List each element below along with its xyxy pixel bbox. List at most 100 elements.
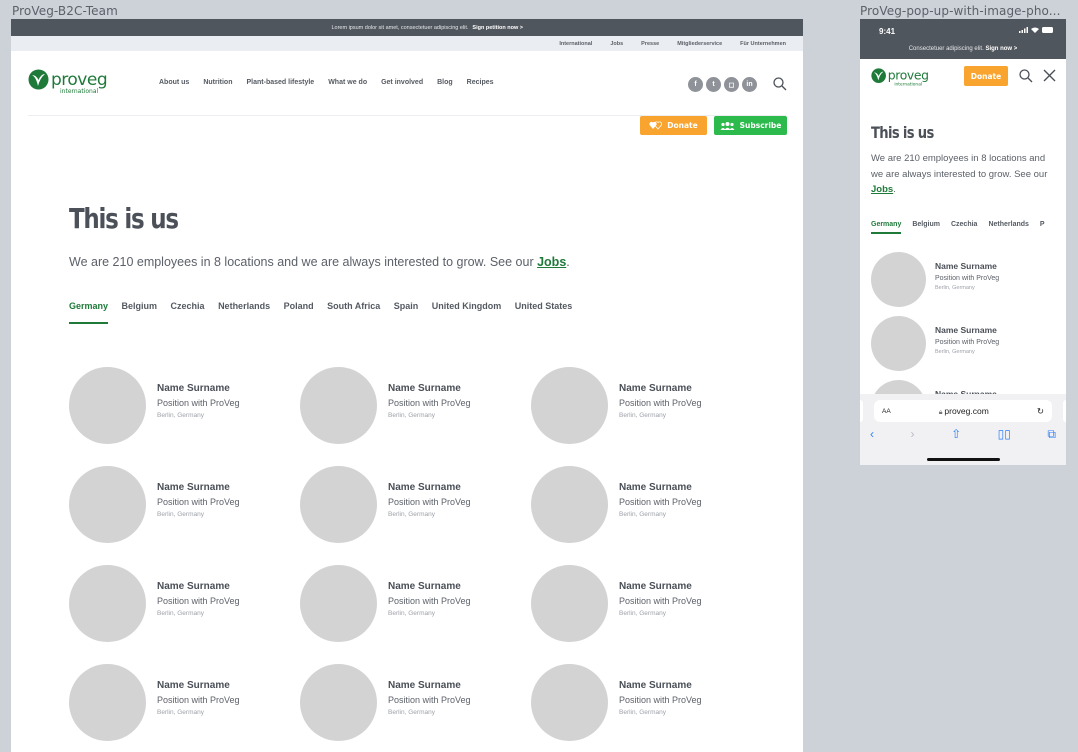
desktop-frame: Lorem ipsum dolor sit amet, consectetuer… [11,19,803,752]
mobile-tab-poland[interactable]: P [1040,221,1045,228]
twitter-icon[interactable]: t [706,77,721,92]
jobs-link[interactable]: Jobs [537,255,566,269]
forward-icon[interactable]: › [911,427,915,442]
member-location: Berlin, Germany [388,709,435,716]
nav-blog[interactable]: Blog [437,79,453,86]
team-member-card[interactable]: Name Surname Position with ProVeg Berlin, … [69,565,300,642]
mobile-intro-end: . [893,184,896,195]
team-member-card[interactable]: Name Surname Position with ProVeg Berlin, … [69,664,300,741]
social-links: f t ◻ in [688,77,757,92]
member-name: Name Surname [157,680,230,691]
meta-link-mitgliederservice[interactable]: Mitgliederservice [677,41,722,47]
avatar [300,664,377,741]
mobile-intro-body: We are 210 employees in 8 locations and … [871,153,1048,180]
meta-link-presse[interactable]: Presse [641,41,659,47]
tab-czechia[interactable]: Czechia [171,301,205,319]
member-position: Position with ProVeg [619,596,702,606]
search-icon[interactable] [773,77,787,91]
reload-icon[interactable]: ↻ [1037,406,1044,417]
mobile-intro-text: We are 210 employees in 8 locations and … [871,151,1051,198]
share-icon[interactable]: ⇧ [951,427,961,442]
avatar [300,367,377,444]
member-name: Name Surname [619,482,692,493]
sign-petition-link[interactable]: Sign petition now > [472,25,523,31]
home-indicator [927,458,1000,461]
tab-south-africa[interactable]: South Africa [327,301,380,319]
donate-label: Donate [667,121,698,130]
avatar [531,664,608,741]
meta-link-jobs[interactable]: Jobs [610,41,623,47]
mobile-team-member-card[interactable]: Name Surname Position with ProVeg Berlin, … [871,252,999,308]
close-icon[interactable] [1043,69,1056,82]
browser-nav: ‹ › ⇧ ▯▯ ⧉ [860,427,1066,442]
proveg-logo[interactable]: proveg international [28,69,141,95]
svg-text:proveg: proveg [888,68,929,83]
team-member-card[interactable]: Name Surname Position with ProVeg Berlin, … [69,367,300,444]
team-member-card[interactable]: Name Surname Position with ProVeg Berlin, … [300,664,531,741]
team-member-card[interactable]: Name Surname Position with ProVeg Berlin, … [300,565,531,642]
member-info: Name Surname Position with ProVeg Berlin, … [157,565,240,617]
team-member-card[interactable]: Name Surname Position with ProVeg Berlin, … [531,664,762,741]
instagram-icon[interactable]: ◻ [724,77,739,92]
member-position: Position with ProVeg [935,275,1000,282]
tab-netherlands[interactable]: Netherlands [218,301,270,319]
subscribe-button[interactable]: Subscribe [714,116,787,135]
avatar [300,466,377,543]
team-grid: Name Surname Position with ProVeg Berlin, … [69,367,762,741]
tabs-icon[interactable]: ⧉ [1047,427,1056,442]
proveg-logo-icon[interactable]: proveg international [871,68,941,87]
battery-icon [1042,27,1053,33]
mobile-tab-czechia[interactable]: Czechia [951,221,977,228]
team-member-card[interactable]: Name Surname Position with ProVeg Berlin, … [531,466,762,543]
nav-recipes[interactable]: Recipes [467,79,494,86]
address-bar[interactable]: AA 🔒︎ proveg.com ↻ [874,400,1052,422]
mobile-jobs-link[interactable]: Jobs [871,184,893,195]
avatar [69,466,146,543]
wifi-icon [1031,27,1039,33]
team-member-card[interactable]: Name Surname Position with ProVeg Berlin, … [300,466,531,543]
team-member-card[interactable]: Name Surname Position with ProVeg Berlin, … [300,367,531,444]
country-tabs: Germany Belgium Czechia Netherlands Pola… [69,301,586,324]
status-icons [1019,27,1054,33]
mobile-tab-germany[interactable]: Germany [871,221,902,234]
announcement-bar: Lorem ipsum dolor sit amet, consectetuer… [11,19,803,36]
tab-poland[interactable]: Poland [284,301,314,319]
intro-text: We are 210 employees in 8 locations and … [69,255,570,269]
mobile-banner-text: Consectetuer adipiscing elit. [908,46,984,52]
tab-united-kingdom[interactable]: United Kingdom [432,301,502,319]
frame-label-mobile: ProVeg-pop-up-with-image-pho... [860,4,1061,18]
avatar [871,316,926,371]
search-icon[interactable] [1019,69,1033,83]
member-location: Berlin, Germany [388,412,435,419]
nav-nutrition[interactable]: Nutrition [203,79,232,86]
prev-tab-edge [860,400,863,422]
team-member-card[interactable]: Name Surname Position with ProVeg Berlin, … [531,367,762,444]
member-name: Name Surname [157,383,230,394]
tab-germany[interactable]: Germany [69,301,109,324]
mobile-team-member-card[interactable]: Name Surname Position with ProVeg Berlin, … [871,316,999,372]
team-member-card[interactable]: Name Surname Position with ProVeg Berlin, … [69,466,300,543]
nav-plant-based-lifestyle[interactable]: Plant-based lifestyle [247,79,315,86]
back-icon[interactable]: ‹ [870,427,874,442]
donate-button[interactable]: Donate [640,116,707,135]
bookmarks-icon[interactable]: ▯▯ [998,427,1011,442]
text-size-button[interactable]: AA [882,408,891,415]
mobile-tab-belgium[interactable]: Belgium [912,221,940,228]
tab-united-states[interactable]: United States [515,301,573,319]
meta-link-international[interactable]: International [559,41,592,47]
mobile-donate-button[interactable]: Donate [964,66,1008,86]
tab-spain[interactable]: Spain [394,301,419,319]
tab-belgium[interactable]: Belgium [122,301,158,319]
team-member-card[interactable]: Name Surname Position with ProVeg Berlin, … [531,565,762,642]
nav-get-involved[interactable]: Get involved [381,79,423,86]
facebook-icon[interactable]: f [688,77,703,92]
nav-what-we-do[interactable]: What we do [328,79,367,86]
mobile-tab-netherlands[interactable]: Netherlands [988,221,1028,228]
linkedin-icon[interactable]: in [742,77,757,92]
next-tab-edge [1063,400,1066,422]
mobile-page-title: This is us [871,123,934,142]
sign-now-link[interactable]: Sign now > [985,46,1017,52]
nav-about-us[interactable]: About us [159,79,189,86]
meta-link-unternehmen[interactable]: Für Unternehmen [740,41,786,47]
member-name: Name Surname [619,581,692,592]
